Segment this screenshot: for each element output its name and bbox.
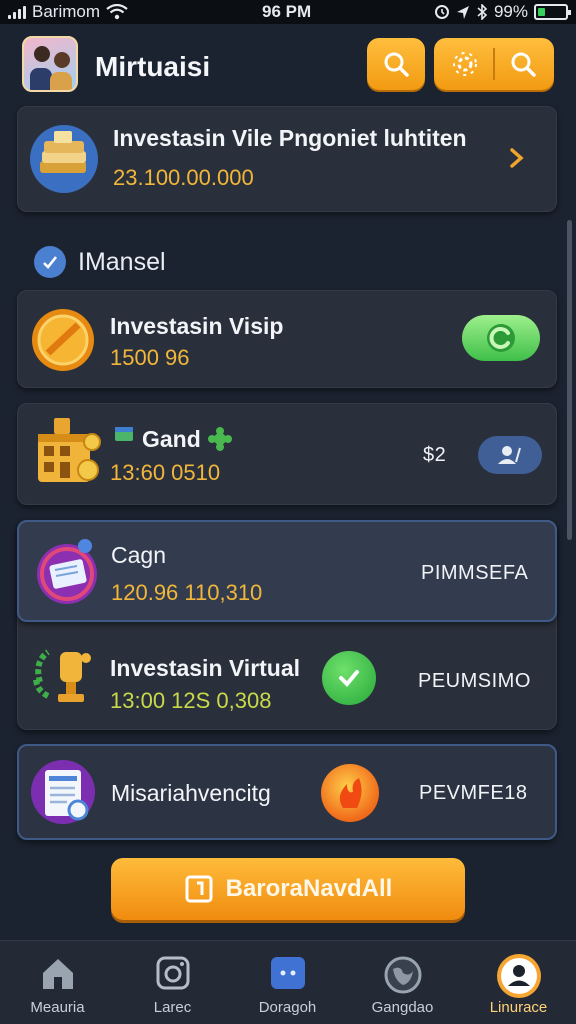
carrier-name: Barimom bbox=[32, 2, 101, 21]
search-icon bbox=[511, 52, 536, 77]
scrollbar[interactable] bbox=[567, 220, 572, 540]
app-title: Mirtuaisi bbox=[95, 51, 211, 82]
bottom-nav: Meauria Larec Doragoh Gangdao Linurace bbox=[0, 940, 576, 1024]
clover-icon bbox=[208, 427, 232, 451]
investment-card[interactable]: Misariahvencitg PEVMFE18 bbox=[17, 744, 557, 840]
users-button[interactable] bbox=[478, 436, 542, 474]
nav-item-home[interactable]: Meauria bbox=[0, 941, 115, 1024]
search-button[interactable] bbox=[367, 38, 425, 90]
card-title: Investasin Visip bbox=[110, 313, 284, 339]
card-title: Investasin Vile Pngoniet luhtiten bbox=[113, 125, 467, 151]
battery-percent: 99% bbox=[493, 2, 528, 21]
refresh-toggle[interactable] bbox=[462, 315, 540, 361]
card-title: Cagn bbox=[111, 542, 166, 568]
nav-label: Doragoh bbox=[258, 999, 317, 1016]
document-icon bbox=[185, 875, 213, 903]
nav-label: Linurace bbox=[489, 999, 548, 1016]
nav-item-chat[interactable]: Doragoh bbox=[230, 941, 345, 1024]
globe-icon bbox=[384, 956, 421, 994]
card-title: Gand bbox=[142, 426, 201, 452]
flag-icon bbox=[115, 427, 133, 441]
card-tag: PEVMFE18 bbox=[419, 782, 528, 804]
status-time: 96 PM bbox=[262, 2, 312, 21]
bluetooth-icon bbox=[477, 4, 488, 20]
primary-action-button[interactable]: BaroraNavdAll bbox=[111, 858, 465, 920]
chevron-right-icon bbox=[510, 148, 524, 168]
check-icon bbox=[339, 670, 359, 687]
investment-card-selected[interactable]: Cagn 120.96 110,310 PIMMSEFA bbox=[17, 520, 557, 622]
chat-icon bbox=[270, 957, 305, 989]
search-icon bbox=[384, 52, 409, 77]
ticket-icon bbox=[33, 536, 103, 611]
portfolio-summary-card[interactable]: Investasin Vile Pngoniet luhtiten 23.100… bbox=[17, 106, 557, 212]
card-tag: PEUMSIMO bbox=[418, 670, 531, 692]
primary-action-label: BaroraNavdAll bbox=[225, 875, 393, 902]
wifi-icon bbox=[106, 4, 128, 20]
fire-icon[interactable] bbox=[321, 764, 379, 822]
location-icon bbox=[456, 6, 469, 19]
building-icon bbox=[32, 412, 104, 493]
card-value: 13:00 12S 0,308 bbox=[110, 688, 272, 713]
refresh-icon bbox=[487, 324, 515, 352]
status-right: 99% bbox=[434, 2, 571, 22]
battery-icon bbox=[534, 4, 571, 20]
trophy-icon bbox=[30, 642, 98, 715]
signal-icon bbox=[8, 5, 26, 19]
card-value: 23.100.00.000 bbox=[113, 165, 254, 190]
avatar[interactable] bbox=[22, 36, 78, 92]
app-header: Mirtuaisi bbox=[0, 24, 576, 106]
status-bar: Barimom 96 PM 99% bbox=[0, 0, 576, 24]
check-icon[interactable] bbox=[34, 246, 66, 278]
user-icon bbox=[498, 446, 521, 464]
nav-item-globe[interactable]: Gangdao bbox=[345, 941, 460, 1024]
card-tag: PIMMSEFA bbox=[421, 562, 529, 584]
card-title: Investasin Virtual bbox=[110, 655, 301, 681]
card-value: 1500 96 bbox=[110, 345, 190, 370]
coin-icon bbox=[30, 307, 96, 378]
nav-item-camera[interactable]: Larec bbox=[115, 941, 230, 1024]
money-stack-icon bbox=[28, 121, 100, 202]
investment-card[interactable]: Gand 13:60 0510 $2 bbox=[17, 403, 557, 505]
alarm-icon bbox=[434, 5, 449, 19]
card-value: 13:60 0510 bbox=[110, 460, 221, 485]
gear-icon bbox=[453, 52, 477, 76]
home-icon bbox=[42, 959, 73, 989]
report-icon bbox=[31, 758, 99, 833]
nav-label: Larec bbox=[153, 999, 192, 1016]
header-actions-button[interactable] bbox=[434, 38, 554, 90]
status-left: Barimom bbox=[8, 2, 128, 22]
divider bbox=[493, 48, 495, 80]
investment-card[interactable]: Investasin Visip 1500 96 bbox=[17, 290, 557, 388]
profile-icon bbox=[496, 954, 541, 998]
card-tag: $2 bbox=[423, 444, 447, 466]
nav-label: Gangdao bbox=[371, 999, 434, 1016]
card-value: 120.96 110,310 bbox=[111, 580, 263, 605]
camera-icon bbox=[156, 956, 189, 990]
section-label: IMansel bbox=[78, 248, 166, 276]
nav-label: Meauria bbox=[30, 999, 85, 1016]
card-title: Misariahvencitg bbox=[111, 780, 271, 806]
confirm-button[interactable] bbox=[322, 651, 376, 705]
nav-item-profile[interactable]: Linurace bbox=[461, 941, 576, 1024]
